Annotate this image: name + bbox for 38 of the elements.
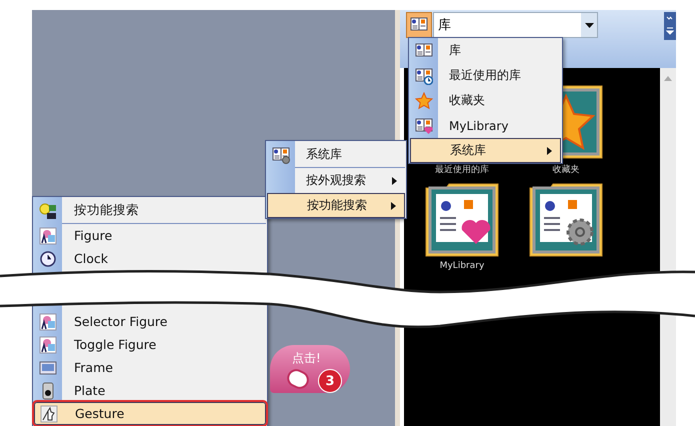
menu-item[interactable]: Clock (34, 247, 266, 270)
menu-item[interactable]: Frame (34, 356, 266, 379)
menu-item[interactable]: 最近使用的库 (410, 63, 561, 88)
book-gear-icon (272, 146, 290, 164)
star-icon (415, 92, 433, 110)
book-heart-icon (415, 116, 433, 134)
folder-label: MyLibrary (440, 261, 484, 271)
menu-item[interactable]: 库 (410, 38, 561, 63)
menu-item[interactable]: Figure (34, 224, 266, 247)
menu-item[interactable]: 系统库 (267, 141, 405, 168)
menu-item[interactable]: MyLibrary (410, 113, 561, 138)
menu-item[interactable]: 按外观搜索 (267, 168, 405, 193)
menu-item[interactable]: Toggle Figure (34, 333, 266, 356)
bulb-icon (39, 202, 57, 220)
book-icon (415, 42, 433, 60)
folder-label: 最近使用的库 (435, 164, 489, 176)
figure-icon (39, 336, 57, 354)
menu-item[interactable]: Gesture (34, 402, 266, 425)
menu-item[interactable]: 按功能搜索 (267, 193, 405, 218)
frame-icon (39, 358, 57, 376)
menu-item[interactable]: 系统库 (410, 138, 561, 163)
library-button[interactable] (406, 12, 432, 38)
clock-icon (39, 250, 57, 268)
book-clock-icon (415, 66, 433, 84)
mouse-icon (286, 368, 312, 390)
hand-pointer-icon (40, 404, 58, 422)
menu-item[interactable]: Selector Figure (34, 310, 266, 333)
toolbar-overflow-button[interactable] (664, 12, 676, 40)
figure-icon (39, 226, 57, 244)
gear-folder-icon[interactable] (528, 182, 604, 258)
heart-folder-icon[interactable] (424, 182, 500, 258)
menu-item[interactable]: 收藏夹 (410, 88, 561, 113)
step-badge: 3 (318, 369, 342, 393)
menu-item[interactable]: Plate (34, 379, 266, 402)
figure-icon (39, 312, 57, 330)
folder-label: 收藏夹 (552, 164, 580, 176)
callout-text: 点击! (292, 350, 321, 367)
library-dropdown[interactable]: 库 (433, 12, 598, 38)
